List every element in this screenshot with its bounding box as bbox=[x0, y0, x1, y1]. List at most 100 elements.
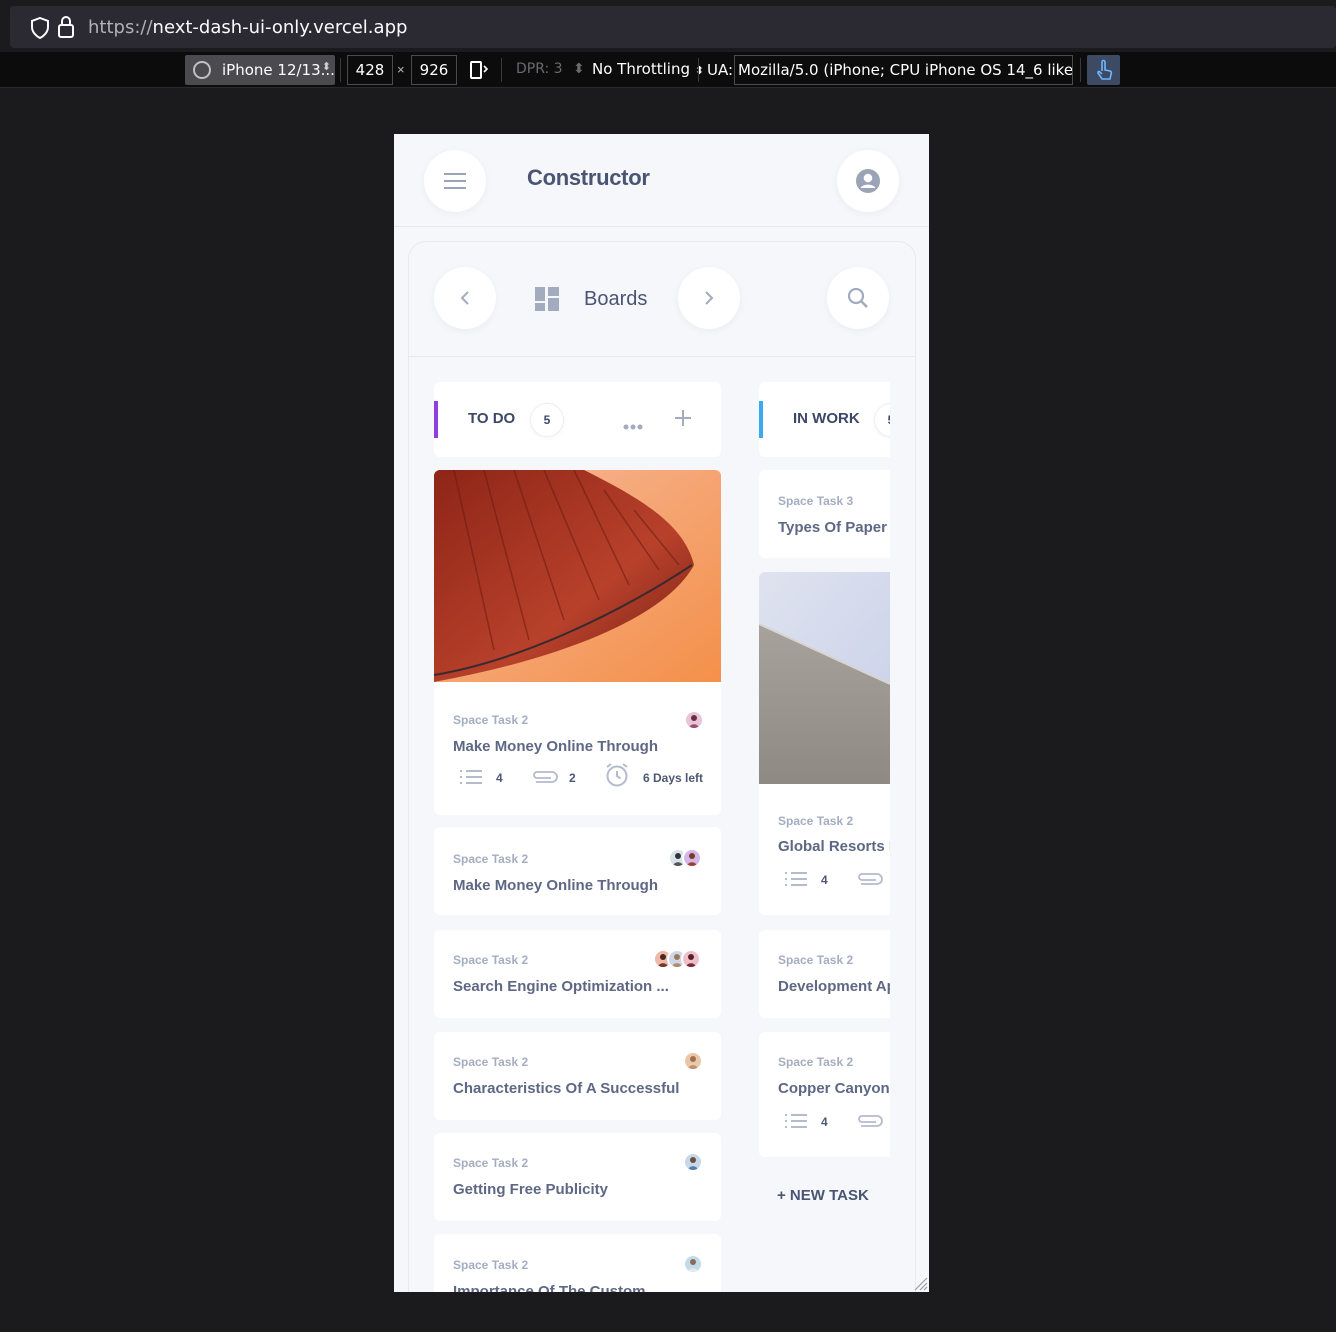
card-meta: 4 bbox=[759, 1110, 890, 1134]
device-icon bbox=[193, 61, 211, 79]
card-project: Space Task 2 bbox=[453, 713, 529, 727]
attachment-icon bbox=[530, 770, 558, 789]
dashboard-icon bbox=[535, 287, 559, 316]
card-title: Make Money Online Through bbox=[453, 877, 659, 894]
attachment-icon bbox=[855, 872, 883, 891]
checklist-count: 4 bbox=[821, 1115, 828, 1129]
updown-icon: ⬍ bbox=[321, 60, 331, 73]
card-project: Space Task 2 bbox=[453, 852, 529, 866]
url-host: next-dash-ui-only.vercel.app bbox=[152, 17, 408, 38]
task-card[interactable]: Space Task 2 Global Resorts Net 4 bbox=[759, 572, 890, 915]
touch-simulation-button[interactable] bbox=[1087, 55, 1120, 85]
card-title: Types Of Paper In bbox=[778, 519, 890, 536]
column-count: 5 bbox=[530, 403, 564, 437]
attachment-icon bbox=[855, 1114, 883, 1133]
task-card[interactable]: Space Task 2 Importance Of The Custom bbox=[434, 1234, 721, 1292]
avatar bbox=[683, 1254, 703, 1274]
card-title: Search Engine Optimization ... bbox=[453, 978, 669, 995]
separator bbox=[501, 58, 502, 82]
ua-label: UA: bbox=[707, 61, 734, 79]
address-bar[interactable]: https://next-dash-ui-only.vercel.app bbox=[10, 6, 1336, 48]
avatar bbox=[682, 848, 702, 868]
lock-icon[interactable] bbox=[57, 15, 75, 44]
chevron-left-icon bbox=[460, 291, 469, 305]
url-text[interactable]: https://next-dash-ui-only.vercel.app bbox=[88, 17, 407, 38]
height-input[interactable]: 926 bbox=[411, 55, 457, 85]
task-card[interactable]: Space Task 2 Development App bbox=[759, 930, 890, 1018]
card-project: Space Task 2 bbox=[453, 1258, 529, 1272]
card-title: Copper Canyon bbox=[778, 1080, 890, 1097]
column-count: 5 bbox=[874, 403, 890, 437]
feather-image bbox=[434, 470, 721, 682]
prev-button[interactable] bbox=[434, 267, 496, 329]
column-title: TO DO bbox=[468, 410, 516, 427]
column-accent bbox=[759, 401, 763, 438]
separator bbox=[1080, 58, 1081, 82]
column-inwork: IN WORK 5 Space Task 3 Types Of Paper In bbox=[759, 134, 890, 1292]
touch-icon bbox=[1097, 59, 1113, 80]
device-selector[interactable]: iPhone 12/13... ⬍ bbox=[185, 55, 335, 85]
more-icon[interactable] bbox=[623, 417, 643, 435]
alarm-icon bbox=[604, 762, 630, 793]
avatar bbox=[681, 949, 701, 969]
attachment-count: 2 bbox=[569, 771, 576, 785]
card-title: Importance Of The Custom bbox=[453, 1283, 646, 1292]
checklist-icon bbox=[459, 769, 483, 790]
next-button[interactable] bbox=[678, 267, 740, 329]
task-card[interactable]: Space Task 2 Getting Free Publicity bbox=[434, 1133, 721, 1221]
user-agent-input[interactable]: Mozilla/5.0 (iPhone; CPU iPhone OS 14_6 … bbox=[734, 55, 1073, 85]
hamburger-icon bbox=[444, 173, 466, 189]
card-project: Space Task 2 bbox=[778, 953, 854, 967]
dpr-label: DPR: 3 bbox=[516, 61, 563, 77]
task-card[interactable]: Space Task 2 Make Money Online Through bbox=[434, 827, 721, 915]
card-title: Getting Free Publicity bbox=[453, 1181, 609, 1198]
checklist-icon bbox=[784, 871, 808, 892]
column-accent bbox=[434, 401, 438, 438]
responsive-toolbar: iPhone 12/13... ⬍ 428 × 926 DPR: 3 ⬍ No … bbox=[0, 52, 1336, 88]
card-meta: 4 2 6 Days left bbox=[434, 763, 721, 790]
column-header-todo: TO DO 5 bbox=[434, 382, 721, 457]
task-card[interactable]: Space Task 3 Types Of Paper In bbox=[759, 470, 890, 558]
nav-title: Boards bbox=[584, 288, 648, 310]
chevron-right-icon bbox=[705, 291, 714, 305]
dpr-selector[interactable]: DPR: 3 ⬍ bbox=[516, 61, 585, 77]
width-input[interactable]: 428 bbox=[347, 55, 393, 85]
checklist-count: 4 bbox=[496, 771, 503, 785]
avatar bbox=[683, 1051, 703, 1071]
due-label: 6 Days left bbox=[643, 771, 704, 785]
task-card[interactable]: Space Task 2 Characteristics Of A Succes… bbox=[434, 1032, 721, 1120]
throttling-selector[interactable]: No Throttling ⬍ bbox=[592, 60, 704, 78]
url-scheme: https:// bbox=[88, 17, 153, 38]
card-title: Make Money Online Through bbox=[453, 738, 659, 755]
column-title: IN WORK bbox=[793, 410, 860, 427]
task-card[interactable]: Space Task 2 Search Engine Optimization … bbox=[434, 930, 721, 1018]
card-title: Global Resorts Net bbox=[778, 838, 890, 855]
card-project: Space Task 2 bbox=[778, 1055, 854, 1069]
card-title: Development App bbox=[778, 978, 890, 995]
add-icon[interactable] bbox=[674, 409, 692, 432]
app-viewport: Constructor Boards TO DO 5 Space Task 2 … bbox=[394, 134, 929, 1292]
menu-button[interactable] bbox=[424, 150, 486, 212]
rotate-icon[interactable] bbox=[469, 60, 489, 85]
column-header-inwork: IN WORK 5 bbox=[759, 382, 890, 457]
avatar bbox=[684, 710, 704, 730]
card-project: Space Task 3 bbox=[778, 494, 854, 508]
throttling-label: No Throttling bbox=[592, 60, 690, 78]
separator bbox=[698, 58, 699, 82]
task-card[interactable]: Space Task 2 Make Money Online Through 4… bbox=[434, 470, 721, 815]
card-project: Space Task 2 bbox=[778, 814, 854, 828]
card-project: Space Task 2 bbox=[453, 1156, 529, 1170]
avatar bbox=[683, 1152, 703, 1172]
card-title: Characteristics Of A Successful bbox=[453, 1080, 680, 1097]
device-label: iPhone 12/13... bbox=[222, 61, 335, 79]
times-sign: × bbox=[397, 62, 405, 77]
new-task-button[interactable]: + NEW TASK bbox=[777, 1187, 869, 1204]
separator bbox=[340, 58, 341, 82]
task-card[interactable]: Space Task 2 Copper Canyon 4 bbox=[759, 1032, 890, 1157]
card-meta: 4 bbox=[759, 868, 890, 892]
card-project: Space Task 2 bbox=[453, 953, 529, 967]
shield-icon[interactable] bbox=[30, 16, 50, 44]
card-project: Space Task 2 bbox=[453, 1055, 529, 1069]
resize-handle-icon[interactable] bbox=[912, 1275, 928, 1292]
checklist-icon bbox=[784, 1113, 808, 1134]
